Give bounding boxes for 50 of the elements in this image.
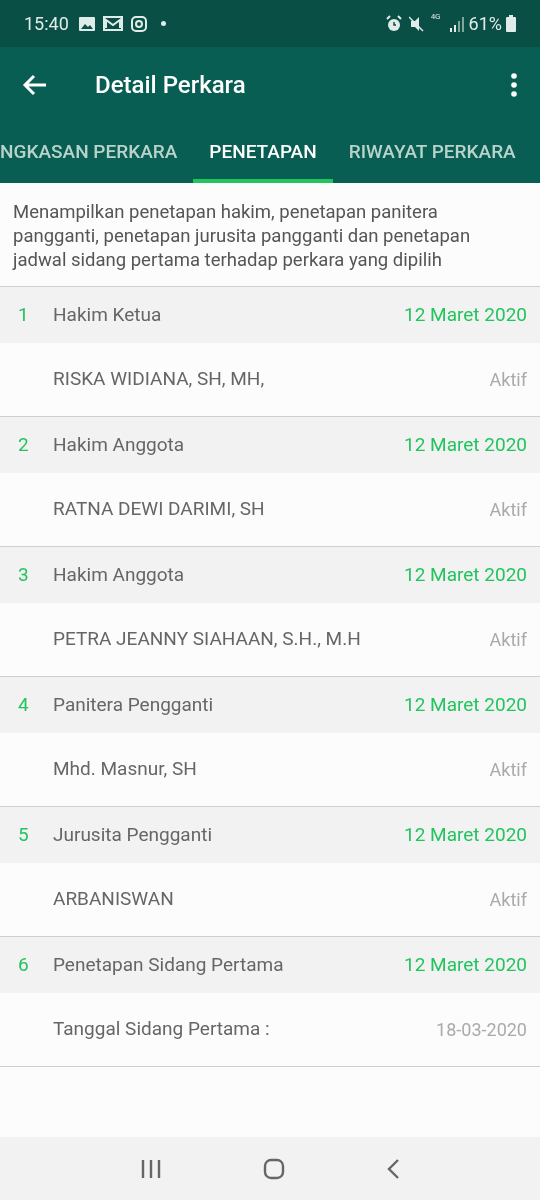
tab[interactable]: RIWAYAT PERKARA xyxy=(332,122,532,183)
network-type: 4G xyxy=(430,13,441,21)
battery-percent: 61% xyxy=(468,12,502,36)
item-number: 3 xyxy=(18,561,30,588)
section-title: Penetapan Sidang Pertama xyxy=(53,951,285,978)
name-text: PETRA JEANNY SIAHAAN, S.H., M.H xyxy=(53,626,362,653)
home-icon[interactable] xyxy=(263,1157,285,1180)
battery-icon xyxy=(506,15,516,32)
item-number: 6 xyxy=(18,951,30,978)
alarm-icon xyxy=(384,14,403,33)
date-text: 12 Maret 2020 xyxy=(404,561,527,588)
name-text: RISKA WIDIANA, SH, MH, xyxy=(53,366,266,393)
section-title: Hakim Ketua xyxy=(53,301,163,328)
date-text: 12 Maret 2020 xyxy=(404,431,527,458)
date-text: 12 Maret 2020 xyxy=(404,951,527,978)
date-text: 12 Maret 2020 xyxy=(404,691,527,718)
item-number: 2 xyxy=(18,431,30,458)
name-text: Tanggal Sidang Pertama : xyxy=(53,1016,271,1043)
screen-title: Detail Perkara xyxy=(95,69,246,101)
mute-icon xyxy=(408,15,425,32)
more-options-icon[interactable] xyxy=(510,72,518,97)
item-number: 1 xyxy=(18,301,30,328)
status-text: 18-03-2020 xyxy=(436,1018,527,1042)
status-time: 15:40 xyxy=(24,12,69,36)
date-text: 12 Maret 2020 xyxy=(404,821,527,848)
status-text: Aktif xyxy=(489,888,527,912)
tab[interactable]: NGKASAN PERKARA xyxy=(0,122,194,183)
status-text: Aktif xyxy=(489,498,527,522)
status-text: Aktif xyxy=(489,628,527,652)
section-title: Hakim Anggota xyxy=(53,561,186,588)
name-text: ARBANISWAN xyxy=(53,886,175,913)
status-text: Aktif xyxy=(489,758,527,782)
dot-icon xyxy=(160,21,166,26)
name-text: RATNA DEWI DARIMI, SH xyxy=(53,496,266,523)
item-number: 5 xyxy=(18,821,30,848)
section-title: Panitera Pengganti xyxy=(53,691,215,718)
back-arrow-icon[interactable] xyxy=(22,73,48,96)
camera-icon xyxy=(130,15,147,32)
name-text: Mhd. Masnur, SH xyxy=(53,756,198,783)
image-icon xyxy=(78,16,95,31)
recent-apps-icon[interactable] xyxy=(140,1158,163,1179)
section-title: Hakim Anggota xyxy=(53,431,186,458)
signal-icon xyxy=(448,15,465,32)
back-icon[interactable] xyxy=(385,1157,400,1180)
item-number: 4 xyxy=(18,691,30,718)
tab[interactable]: PENETAPAN xyxy=(193,122,333,183)
status-text: Aktif xyxy=(489,368,527,392)
mail-icon xyxy=(102,16,123,31)
date-text: 12 Maret 2020 xyxy=(404,301,527,328)
section-title: Jurusita Pengganti xyxy=(53,821,213,848)
